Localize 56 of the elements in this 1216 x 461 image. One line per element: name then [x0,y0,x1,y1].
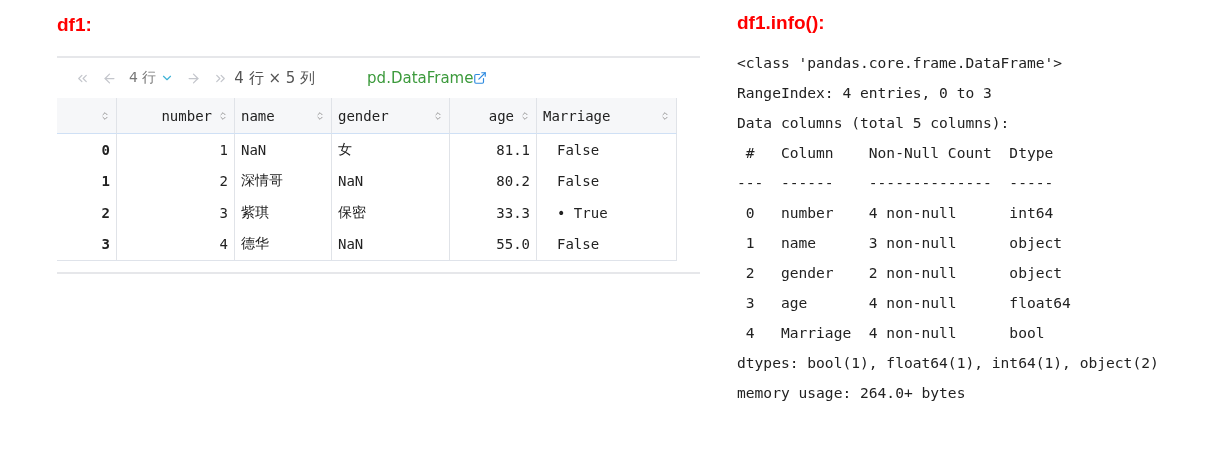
output-line: 2 gender 2 non-null object [744,263,1064,283]
shape-label: 4 行 × 5 列 [234,68,316,88]
table-cell: 德华 [235,228,332,260]
output-line: 1 name 3 non-null object [744,233,1064,253]
table-cell: False [537,228,677,260]
table-cell: 33.3 [450,197,537,229]
table-cell: NaN [332,228,450,260]
column-header[interactable]: age [450,98,537,134]
table-cell: 55.0 [450,228,537,260]
table-cell: False [537,165,677,197]
table-cell: 2 [117,165,235,197]
table-cell: • True [537,197,677,229]
column-header[interactable]: number [117,98,235,134]
row-index: 2 [57,197,117,229]
sort-icon[interactable] [520,110,530,121]
section-title: df1.info(): [737,12,826,35]
output-line: dtypes: bool(1), float64(1), int64(1), object(2) [737,353,1159,373]
table-cell: 紫琪 [235,197,332,229]
table-cell: 女 [332,134,450,166]
table-cell: NaN [332,165,450,197]
output-line: # Column Non-Null Count Dtype [744,143,1055,163]
row-index: 3 [57,228,117,260]
output-line: --- ------ -------------- ----- [737,173,1055,193]
previous-page-icon[interactable] [102,70,117,86]
table-cell: 3 [117,197,235,229]
sort-icon[interactable] [100,110,110,121]
sort-icon[interactable] [433,110,443,121]
sort-icon[interactable] [218,110,228,121]
output-line: Data columns (total 5 columns): [737,113,1011,133]
row-index: 0 [57,134,117,166]
column-header[interactable]: Marriage [537,98,677,134]
table-cell: 1 [117,134,235,166]
type-link[interactable]: pd.DataFrame [367,69,474,87]
table-cell: 深情哥 [235,165,332,197]
page-size-dropdown[interactable]: 4 行 [129,69,157,87]
section-title: df1: [57,14,93,37]
output-line: memory usage: 264.0+ bytes [737,383,967,403]
next-page-icon[interactable] [186,70,202,86]
output-line: RangeIndex: 4 entries, 0 to 3 [737,83,993,103]
table-cell: 81.1 [450,134,537,166]
output-line: <class 'pandas.core.frame.DataFrame'> [737,53,1064,73]
table-cell: 80.2 [450,165,537,197]
output-line: 4 Marriage 4 non-null bool [744,323,1046,343]
sort-icon[interactable] [660,110,670,121]
table-cell: False [537,134,677,166]
external-link-icon[interactable] [473,71,488,85]
column-header[interactable] [57,98,117,134]
table-cell: NaN [235,134,332,166]
row-index: 1 [57,165,117,197]
table-cell: 4 [117,228,235,260]
output-line: 0 number 4 non-null int64 [744,203,1055,223]
sort-icon[interactable] [315,110,325,121]
column-header[interactable]: name [235,98,332,134]
table-cell: 保密 [332,197,450,229]
column-header[interactable]: gender [332,98,450,134]
output-line: 3 age 4 non-null float64 [744,293,1072,313]
